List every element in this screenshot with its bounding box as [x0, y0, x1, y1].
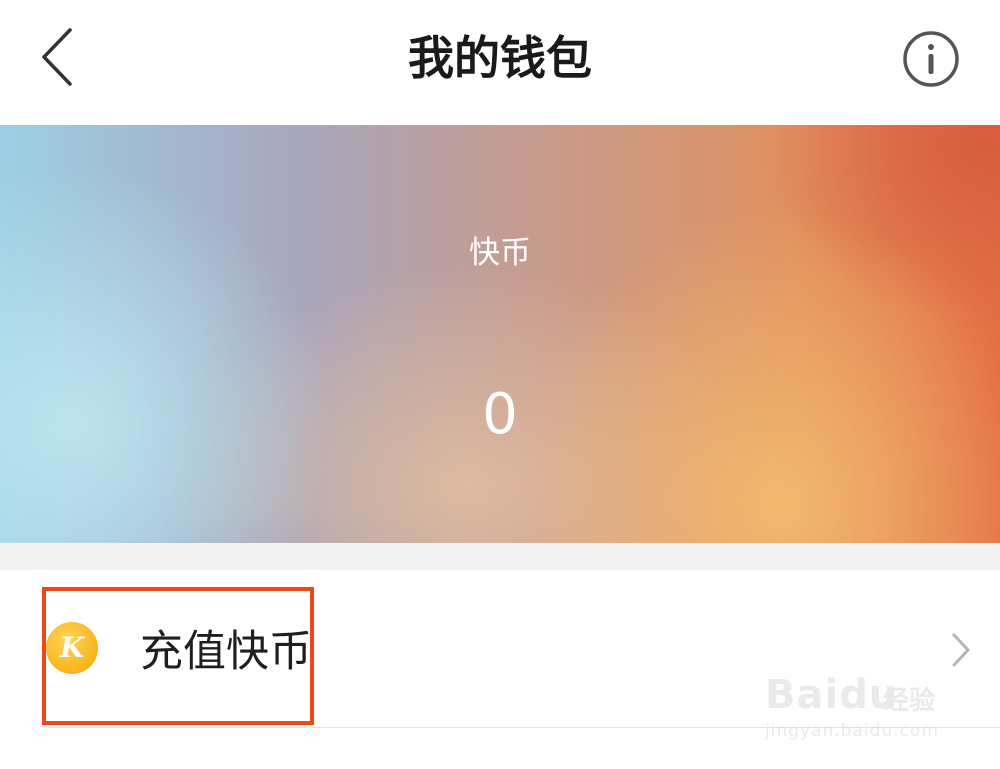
page-title: 我的钱包 — [408, 31, 592, 85]
top-nav-bar: 我的钱包 — [0, 0, 1000, 125]
balance-label: 快币 — [469, 235, 531, 271]
section-divider — [0, 543, 1000, 570]
watermark-brand: Baidu — [765, 672, 899, 718]
baidu-jingyan-watermark: Baidu 经验 jingyan.baidu.com — [765, 660, 965, 755]
watermark-url: jingyan.baidu.com — [765, 721, 939, 741]
info-circle-icon — [903, 31, 959, 87]
watermark-sub: 经验 — [883, 686, 936, 716]
balance-value: 0 — [482, 382, 518, 447]
info-button[interactable] — [900, 28, 962, 90]
balance-banner: 快币 0 — [0, 125, 1000, 543]
highlight-annotation-box — [42, 587, 314, 725]
